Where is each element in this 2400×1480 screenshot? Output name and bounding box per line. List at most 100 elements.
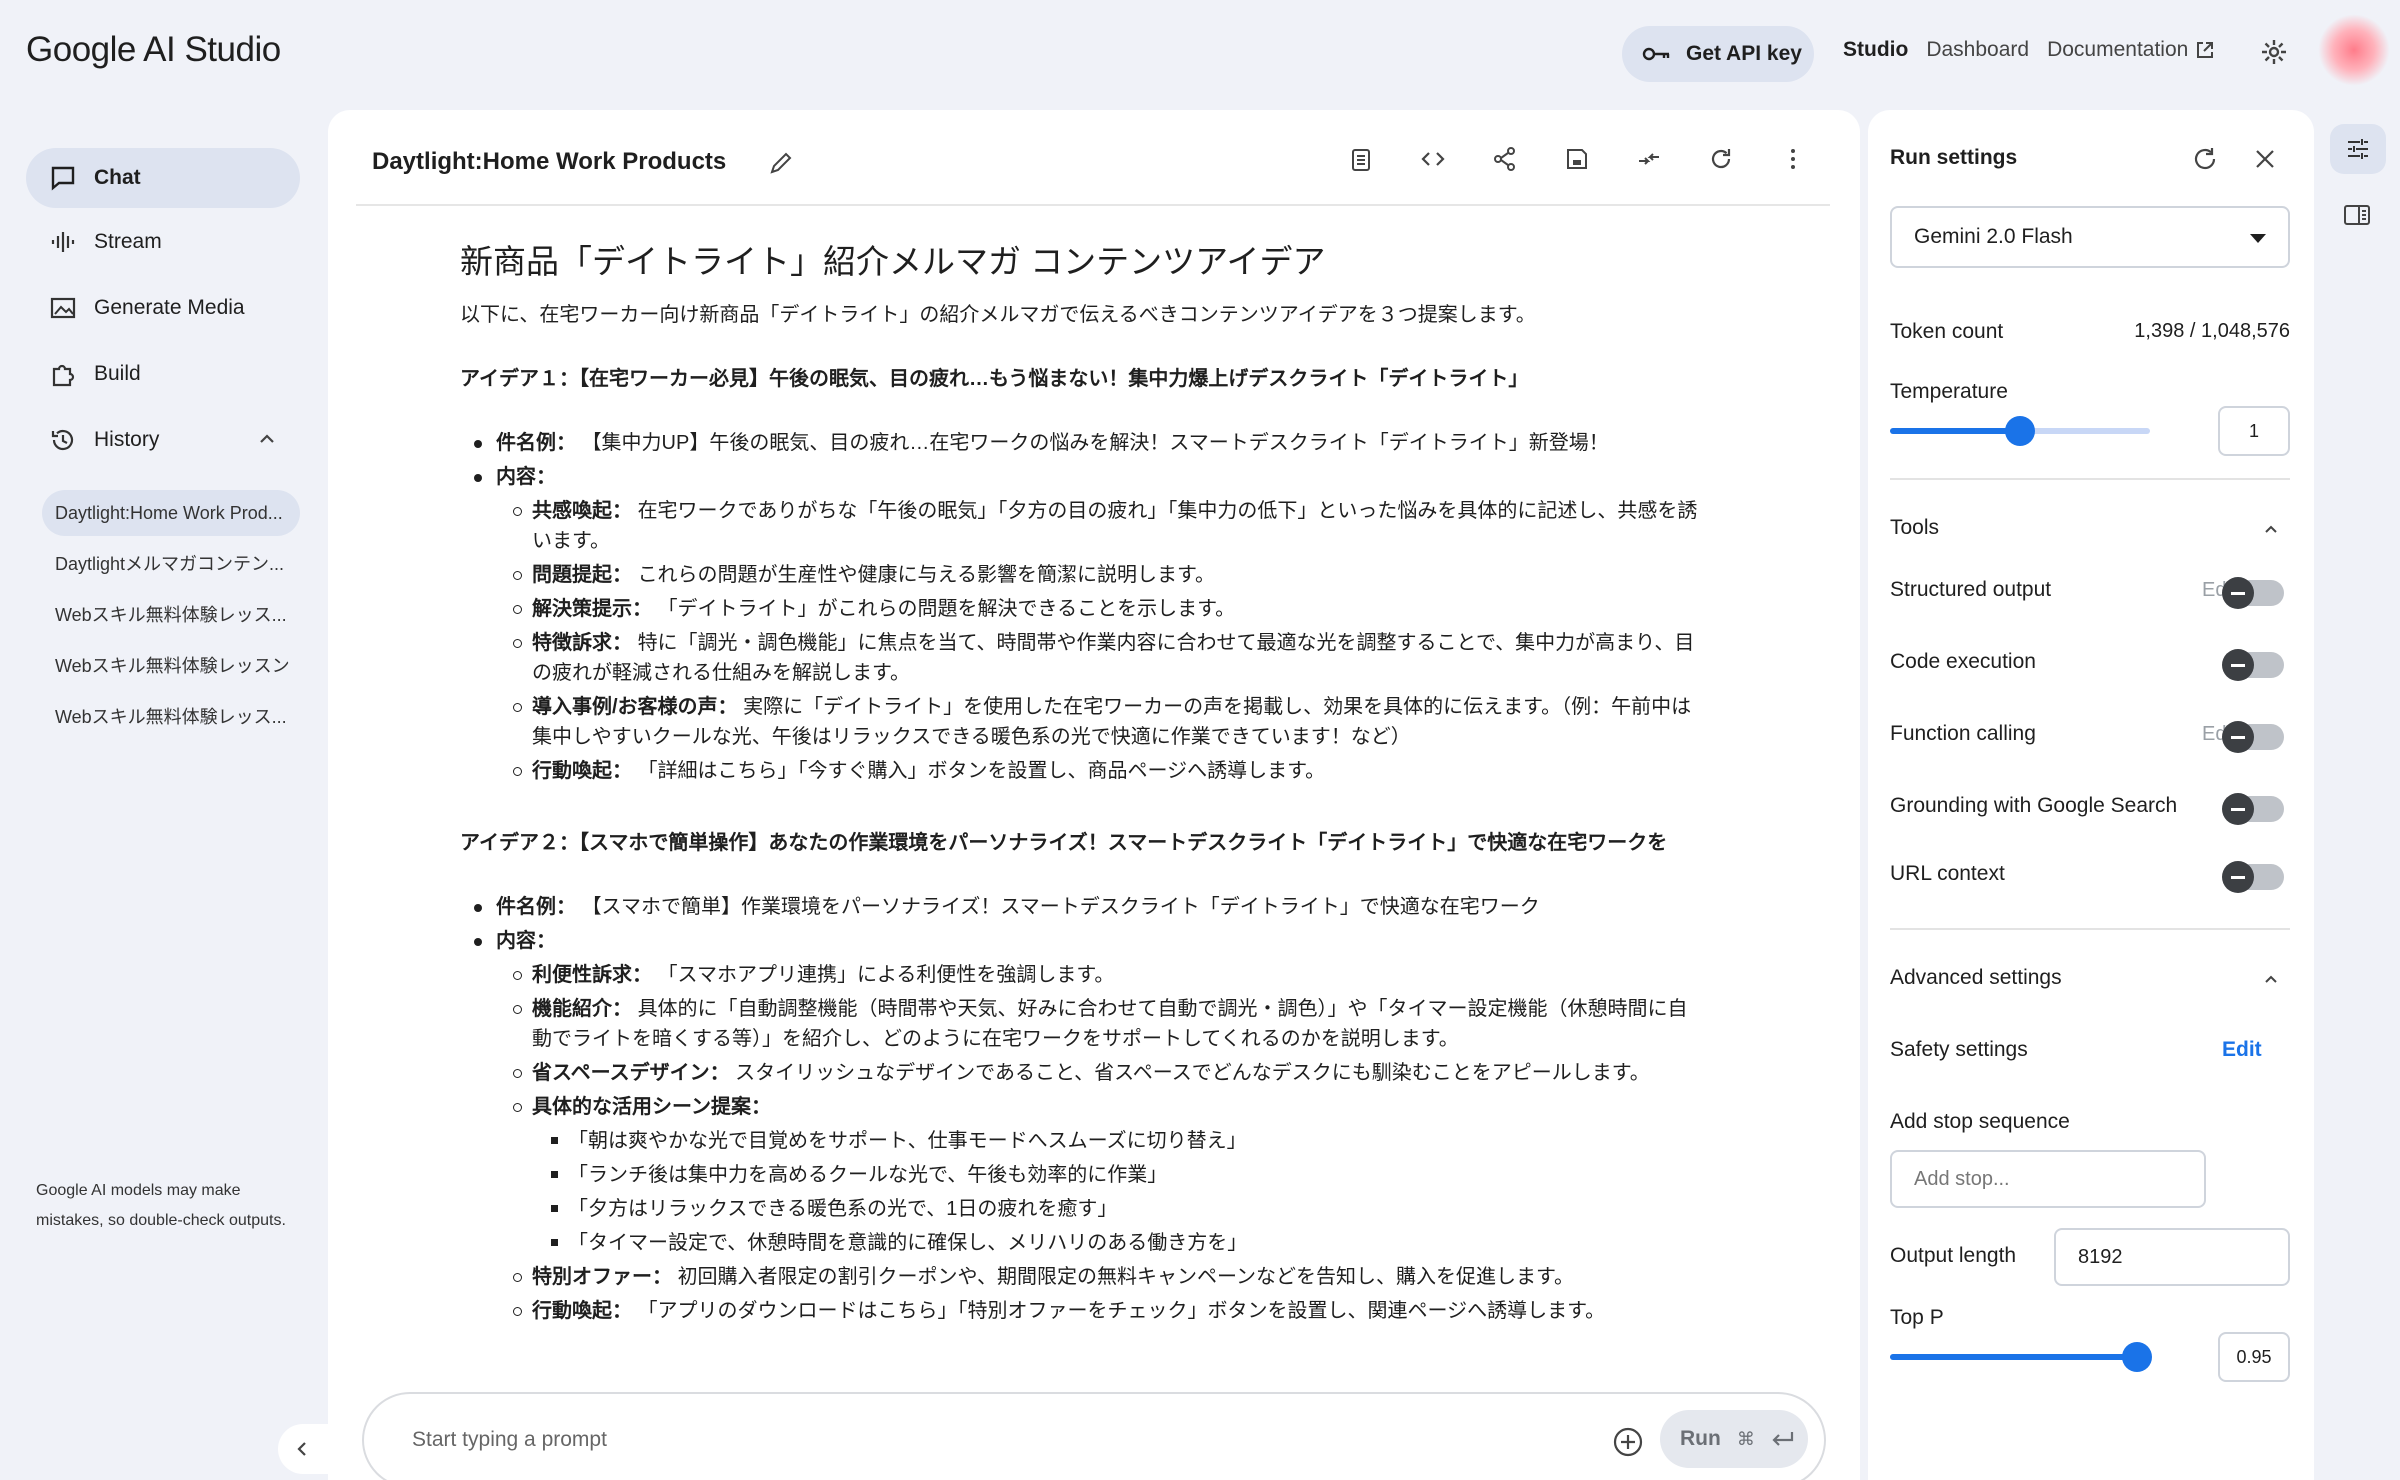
- reset-settings-icon[interactable]: [2190, 144, 2220, 174]
- history-item[interactable]: Daytlightメルマガコンテン...: [42, 540, 300, 586]
- sidebar-item-label: Chat: [94, 166, 141, 189]
- sidebar-item-history[interactable]: History: [26, 410, 300, 470]
- top-p-input[interactable]: 0.95: [2218, 1332, 2290, 1382]
- top-p-slider-handle[interactable]: [2122, 1342, 2152, 1372]
- output-length-input[interactable]: 8192: [2054, 1228, 2290, 1286]
- point-text: 特に「調光・調色機能」に焦点を当て、時間帯や作業内容に合わせて最適な光を調整する…: [532, 632, 1695, 684]
- toggle-off-icon: [2222, 649, 2254, 681]
- refresh-icon[interactable]: [1708, 146, 1734, 172]
- puzzle-icon: [52, 364, 75, 387]
- sidebar-item-build[interactable]: Build: [26, 344, 300, 404]
- model-select[interactable]: Gemini 2.0 Flash: [1890, 206, 2290, 268]
- history-icon: [51, 429, 74, 451]
- sidebar-item-label: Build: [94, 362, 141, 385]
- structured-output-toggle[interactable]: [2222, 577, 2284, 609]
- add-circle-icon[interactable]: [1612, 1426, 1644, 1458]
- nav-dashboard[interactable]: Dashboard: [1926, 38, 2029, 62]
- tool-label: Code execution: [1890, 650, 2036, 673]
- top-p-label: Top P: [1890, 1306, 1944, 1329]
- token-count-value: 1,398 / 1,048,576: [2134, 320, 2290, 342]
- tool-label: Function calling: [1890, 722, 2036, 745]
- temperature-slider-fill: [1890, 428, 2020, 434]
- function-calling-toggle[interactable]: [2222, 721, 2284, 753]
- toggle-off-icon: [2222, 721, 2254, 753]
- point-label: 具体的な活用シーン提案：: [532, 1096, 771, 1118]
- list-item: 利便性訴求： 「スマホアプリ連携」による利便性を強調します。: [460, 960, 1700, 990]
- code-execution-toggle[interactable]: [2222, 649, 2284, 681]
- collapse-sidebar-button[interactable]: [278, 1424, 328, 1474]
- tune-icon: [2348, 139, 2368, 159]
- close-icon[interactable]: [2252, 146, 2278, 172]
- model-select-value: Gemini 2.0 Flash: [1914, 225, 2073, 248]
- grounding-google-search-toggle[interactable]: [2222, 793, 2284, 825]
- layout-panel-icon[interactable]: [2342, 200, 2372, 230]
- list-item: 「朝は爽やかな光で目覚めをサポート、仕事モードへスムーズに切り替え」: [460, 1126, 1700, 1156]
- nav-documentation[interactable]: Documentation: [2047, 38, 2214, 62]
- share-icon[interactable]: [1492, 146, 1518, 172]
- tools-section-label: Tools: [1890, 516, 1940, 539]
- external-link-icon: [2197, 42, 2214, 58]
- token-count-label: Token count: [1890, 320, 2004, 343]
- point-label: 特別オファー：: [532, 1266, 672, 1288]
- list-item: 「ランチ後は集中力を高めるクールな光で、午後も効率的に作業」: [460, 1160, 1700, 1190]
- chevron-up-icon[interactable]: [2262, 970, 2280, 988]
- stop-sequence-input[interactable]: Add stop...: [1890, 1150, 2206, 1208]
- temperature-label: Temperature: [1890, 380, 2008, 403]
- edit-pencil-icon[interactable]: [768, 150, 794, 176]
- temperature-slider-handle[interactable]: [2005, 416, 2035, 446]
- top-nav: Studio Dashboard Documentation: [1843, 38, 2214, 62]
- advanced-settings-label: Advanced settings: [1890, 966, 2062, 989]
- safety-settings-edit[interactable]: Edit: [2222, 1038, 2262, 1062]
- list-item: 導入事例/お客様の声： 実際に「デイトライト」を使用した在宅ワーカーの声を掲載し…: [460, 692, 1700, 752]
- save-icon[interactable]: [1564, 146, 1590, 172]
- nav-studio[interactable]: Studio: [1843, 38, 1908, 62]
- user-avatar[interactable]: [2318, 14, 2390, 86]
- point-label: 特徴訴求：: [532, 632, 632, 654]
- app-logo[interactable]: Google AI Studio: [26, 30, 281, 70]
- top-p-slider-fill: [1890, 1354, 2137, 1360]
- chevron-up-icon[interactable]: [2262, 520, 2280, 538]
- history-item[interactable]: Webスキル無料体験レッスン: [42, 642, 300, 688]
- more-vert-icon[interactable]: [1780, 146, 1806, 172]
- key-icon: [1642, 47, 1670, 61]
- stop-sequence-label: Add stop sequence: [1890, 1110, 2070, 1133]
- history-item[interactable]: Webスキル無料体験レッス...: [42, 591, 300, 637]
- run-label: Run: [1680, 1427, 1721, 1450]
- settings-gear-icon[interactable]: [2260, 38, 2288, 66]
- run-settings-toggle[interactable]: [2330, 124, 2386, 174]
- sidebar-item-stream[interactable]: Stream: [26, 212, 300, 272]
- sidebar-item-chat[interactable]: Chat: [26, 148, 300, 208]
- point-text: 「スマホアプリ連携」による利便性を強調します。: [657, 964, 1115, 986]
- disclaimer-text: Google AI models may make mistakes, so d…: [36, 1182, 286, 1229]
- list-item: 共感喚起： 在宅ワークでありがちな「午後の眠気」「夕方の目の疲れ」「集中力の低下…: [460, 496, 1700, 556]
- point-label: 省スペースデザイン：: [532, 1062, 730, 1084]
- tool-label: URL context: [1890, 862, 2005, 885]
- point-label: 利便性訴求：: [532, 964, 652, 986]
- tool-label: Structured output: [1890, 578, 2052, 601]
- list-item: 内容：: [460, 462, 1700, 492]
- chevron-up-icon[interactable]: [256, 428, 278, 450]
- run-button[interactable]: Run ⌘: [1660, 1410, 1808, 1468]
- temperature-slider[interactable]: [1890, 416, 2150, 446]
- sidebar-item-label: History: [94, 428, 160, 451]
- prompt-input[interactable]: Start typing a prompt: [412, 1428, 607, 1452]
- top-p-slider[interactable]: [1890, 1342, 2152, 1372]
- chat-icon: [51, 166, 75, 191]
- point-text: 具体的に「自動調整機能（時間帯や天気、好みに合わせて自動で調光・調色）」や「タイ…: [532, 998, 1688, 1050]
- clipboard-icon[interactable]: [1348, 146, 1374, 172]
- get-api-key-button[interactable]: Get API key: [1622, 26, 1814, 82]
- code-icon[interactable]: [1420, 146, 1446, 172]
- command-key-icon: ⌘: [1736, 1428, 1755, 1449]
- nav-documentation-label: Documentation: [2047, 38, 2189, 61]
- toggle-off-icon: [2222, 577, 2254, 609]
- temperature-input[interactable]: 1: [2218, 406, 2290, 456]
- list-item: 特徴訴求： 特に「調光・調色機能」に焦点を当て、時間帯や作業内容に合わせて最適な…: [460, 628, 1700, 688]
- history-item[interactable]: Webスキル無料体験レッス...: [42, 693, 300, 739]
- history-item[interactable]: Daytlight:Home Work Prod...: [42, 490, 300, 536]
- sidebar-item-label: Generate Media: [94, 296, 245, 319]
- sidebar-item-generate-media[interactable]: Generate Media: [26, 278, 300, 338]
- list-item: 問題提起： これらの問題が生産性や健康に与える影響を簡潔に説明します。: [460, 560, 1700, 590]
- url-context-toggle[interactable]: [2222, 861, 2284, 893]
- compare-icon[interactable]: [1636, 146, 1662, 172]
- list-item: 特別オファー： 初回購入者限定の割引クーポンや、期間限定の無料キャンペーンなどを…: [460, 1262, 1700, 1292]
